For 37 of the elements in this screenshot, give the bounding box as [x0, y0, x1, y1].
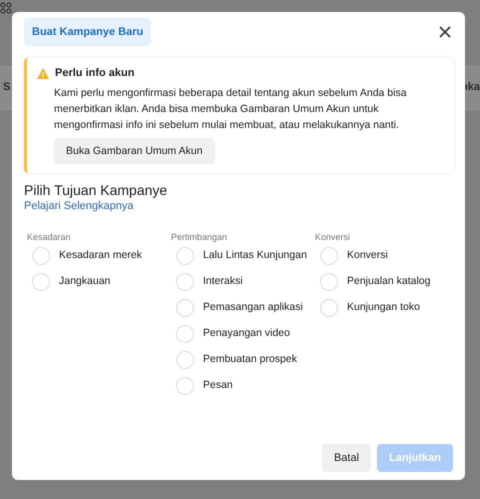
option-label: Kunjungan toko: [347, 300, 421, 315]
option-label: Pembuatan prospek: [203, 352, 298, 367]
section-heading: Pilih Tujuan Kampanye: [24, 182, 168, 198]
option-label: Konversi: [347, 248, 389, 263]
cancel-button[interactable]: Batal: [322, 444, 372, 472]
dialog-title: Buat Kampanye Baru: [24, 18, 152, 46]
option-label: Penayangan video: [203, 326, 291, 341]
option-label: Jangkauan: [59, 274, 112, 289]
group-label: Kesadaran: [27, 232, 71, 242]
option-label: Penjualan katalog: [347, 274, 432, 289]
grid-icon[interactable]: [0, 2, 12, 14]
radio-button[interactable]: [176, 325, 194, 343]
account-overview-button[interactable]: Buka Gambaran Umum Akun: [54, 138, 215, 164]
radio-button[interactable]: [176, 299, 194, 317]
radio-button[interactable]: [32, 247, 50, 265]
close-icon: [439, 26, 451, 38]
radio-button[interactable]: [32, 273, 50, 291]
option-label: Pesan: [203, 378, 234, 393]
radio-button[interactable]: [176, 351, 194, 369]
option-label: Lalu Lintas Kunjungan: [203, 248, 308, 263]
alert-title: Perlu info akun: [55, 67, 134, 79]
radio-button[interactable]: [176, 273, 194, 291]
option-label: Pemasangan aplikasi: [203, 300, 304, 315]
radio-button[interactable]: [320, 273, 338, 291]
group-label: Pertimbangan: [171, 232, 228, 242]
option-label: Kesadaran merek: [59, 248, 143, 263]
radio-button[interactable]: [176, 377, 194, 395]
radio-button[interactable]: [176, 247, 194, 265]
option-label: Interaksi: [203, 274, 244, 289]
radio-button[interactable]: [320, 247, 338, 265]
radio-button[interactable]: [320, 299, 338, 317]
warning-icon: [37, 68, 49, 78]
alert-message: Kami perlu mengonfirmasi beberapa detail tentang akun sebelum Anda bisa menerbitkan iklan. Anda bisa membuka Gambaran Umum Akun untuk mengonfirmasi info ini sebelum mulai membuat, atau melakukannya nanti.: [54, 86, 408, 133]
group-label: Konversi: [315, 232, 350, 242]
background-text: ıka: [464, 81, 480, 93]
learn-more-link[interactable]: Pelajari Selengkapnya: [24, 200, 134, 212]
background-text: S: [3, 81, 10, 93]
